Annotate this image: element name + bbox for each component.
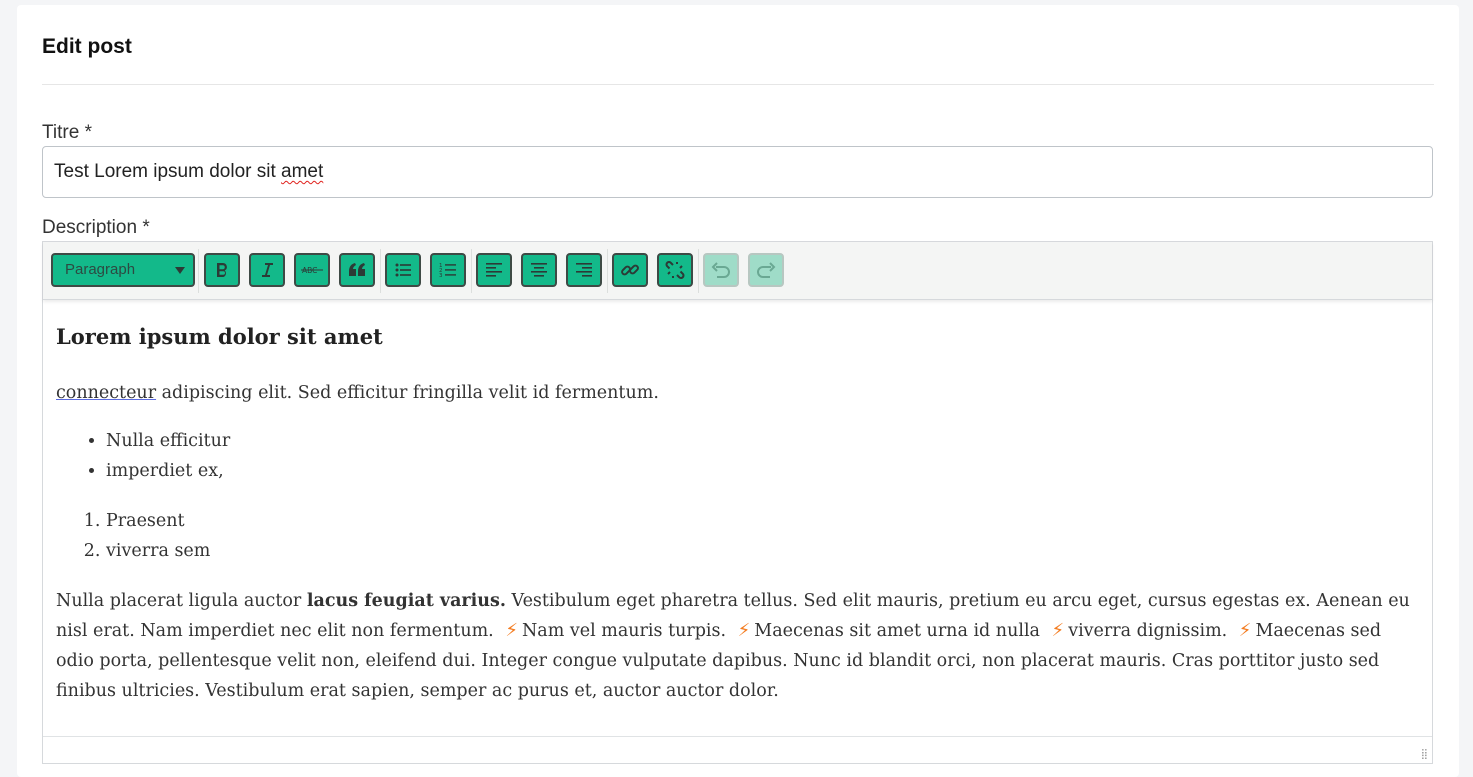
chevron-down-icon — [175, 267, 185, 274]
description-label: Description * — [42, 217, 150, 238]
italic-icon — [262, 263, 273, 277]
toolbar-separator — [380, 249, 381, 293]
list-item: viverra sem — [106, 536, 1421, 566]
edit-post-card: Edit post Titre * Test Lorem ipsum dolor… — [17, 5, 1459, 777]
strikethrough-button[interactable]: ABC — [294, 253, 330, 287]
align-right-button[interactable] — [566, 253, 602, 287]
content-link[interactable]: connecteur — [56, 383, 156, 403]
bold-text: lacus feugiat varius. — [306, 591, 506, 611]
paragraph-text: Nulla placerat ligula auctor — [56, 591, 307, 611]
align-center-button[interactable] — [521, 253, 557, 287]
lightning-bolt-icon: ⚡ — [737, 620, 751, 641]
toolbar-separator — [607, 249, 608, 293]
align-center-icon — [531, 263, 547, 277]
lightning-bolt-icon: ⚡ — [1051, 620, 1065, 641]
list-item: Praesent — [106, 506, 1421, 536]
toolbar-separator — [471, 249, 472, 293]
align-right-icon — [576, 263, 592, 277]
redo-button[interactable] — [748, 253, 784, 287]
blockquote-button[interactable] — [339, 253, 375, 287]
block-format-value: Paragraph — [65, 261, 136, 278]
bold-icon — [217, 263, 227, 277]
strikethrough-icon: ABC — [301, 266, 323, 275]
bullet-list-button[interactable] — [385, 253, 421, 287]
numbered-list-button[interactable]: 123 — [430, 253, 466, 287]
rich-text-editor: Paragraph ABC 123 Lorem ipsum dolor sit … — [42, 241, 1433, 764]
link-button[interactable] — [612, 253, 648, 287]
bullet-list: Nulla efficitur imperdiet ex, — [56, 426, 1421, 486]
blockquote-icon — [349, 263, 365, 276]
editor-content[interactable]: Lorem ipsum dolor sit amet connecteur ad… — [56, 300, 1421, 706]
unlink-icon — [665, 261, 685, 279]
bullet-list-icon — [395, 263, 411, 277]
numbered-list-icon: 123 — [439, 263, 456, 279]
content-heading: Lorem ipsum dolor sit amet — [56, 324, 383, 349]
title-value-flagged: amet — [281, 161, 324, 182]
paragraph-text: Maecenas sit amet urna id nulla — [754, 621, 1046, 641]
resize-handle-icon[interactable]: ⣿ — [1421, 749, 1428, 760]
list-item: Nulla efficitur — [106, 426, 1421, 456]
unlink-button[interactable] — [657, 253, 693, 287]
block-format-select[interactable]: Paragraph — [51, 253, 195, 287]
title-input[interactable]: Test Lorem ipsum dolor sit amet — [42, 146, 1433, 198]
svg-text:3: 3 — [439, 273, 443, 279]
italic-button[interactable] — [249, 253, 285, 287]
editor-toolbar: Paragraph ABC 123 — [43, 242, 1432, 300]
editor-statusbar: ⣿ — [43, 736, 1432, 763]
undo-icon — [711, 262, 730, 278]
card-title: Edit post — [42, 35, 132, 58]
lightning-bolt-icon: ⚡ — [1238, 620, 1252, 641]
title-label: Titre * — [42, 122, 92, 143]
link-icon — [621, 264, 639, 276]
redo-icon — [757, 262, 776, 278]
lightning-bolt-icon: ⚡ — [505, 620, 518, 641]
align-left-icon — [486, 263, 502, 277]
numbered-list: Praesent viverra sem — [56, 506, 1421, 566]
bold-button[interactable] — [204, 253, 240, 287]
divider — [42, 84, 1434, 85]
paragraph-text: Nam vel mauris turpis. — [521, 621, 732, 641]
undo-button[interactable] — [703, 253, 739, 287]
paragraph-text: adipiscing elit. Sed efficitur fringilla… — [156, 383, 659, 403]
title-value: Test Lorem ipsum dolor sit — [54, 161, 282, 182]
content-paragraph: Nulla placerat ligula auctor lacus feugi… — [56, 586, 1421, 706]
content-paragraph: connecteur adipiscing elit. Sed efficitu… — [56, 378, 1421, 408]
paragraph-text: viverra dignissim. — [1068, 621, 1233, 641]
toolbar-separator — [698, 249, 699, 293]
toolbar-separator — [198, 249, 199, 293]
list-item: imperdiet ex, — [106, 456, 1421, 486]
align-left-button[interactable] — [476, 253, 512, 287]
